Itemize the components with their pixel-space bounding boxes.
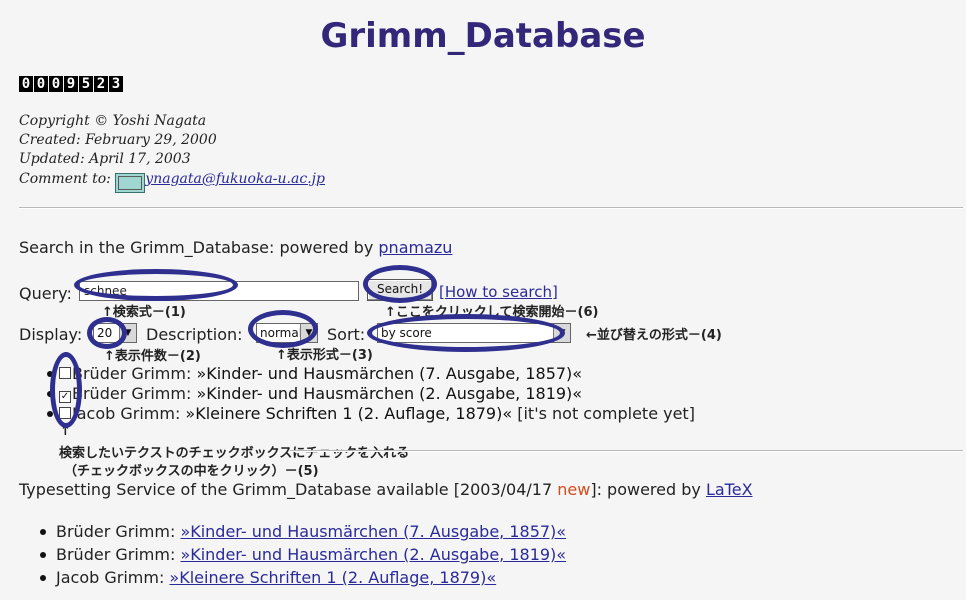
text-title: »Kleinere Schriften 1 (2. Auflage, 1879)… [185,404,513,423]
description-select[interactable]: normal ▼ [256,323,318,343]
annotation-query: ↑検索式－(1) [102,305,186,320]
search-heading: Search in the Grimm_Database: powered by… [19,238,452,257]
counter-digit: 0 [19,76,33,92]
comment-line: Comment to: ynagata@fukuoka-u.ac.jp [19,171,325,193]
latex-author: Brüder Grimm: [56,522,181,541]
email-link[interactable]: ynagata@fukuoka-u.ac.jp [145,171,325,187]
text-title: »Kinder- und Hausmärchen (7. Ausgabe, 18… [196,364,583,383]
copyright-text: Copyright © Yoshi Nagata [19,113,207,129]
typesetting-text: Typesetting Service of the Grimm_Databas… [19,480,558,499]
counter-digit: 2 [94,76,108,92]
sort-value: by score [381,326,432,340]
divider [290,450,963,452]
bullet [47,371,53,377]
latex-download-link[interactable]: »Kleinere Schriften 1 (2. Auflage, 1879)… [169,568,496,587]
text-title: »Kinder- und Hausmärchen (2. Ausgabe, 18… [196,384,583,403]
latex-author: Jacob Grimm: [56,568,170,587]
annotation-search-button: ↑ここをクリックして検索開始－(6) [385,305,599,320]
updated-date: Updated: April 17, 2003 [19,151,191,167]
display-count-select[interactable]: 20 ▼ [93,323,137,343]
latex-link[interactable]: LaTeX [706,480,753,499]
latex-item: Brüder Grimm: »Kinder- und Hausmärchen (… [40,522,566,541]
description-value: normal [260,326,303,340]
counter-digit: 3 [109,76,123,92]
latex-download-link[interactable]: »Kinder- und Hausmärchen (2. Ausgabe, 18… [180,545,566,564]
latex-item: Brüder Grimm: »Kinder- und Hausmärchen (… [40,545,566,564]
description-label: Description: [146,325,243,344]
how-to-search-link[interactable]: [How to search] [439,283,558,301]
display-count-value: 20 [97,326,113,340]
counter-digit: 0 [49,76,63,92]
powered-by-text: : powered by [269,238,379,257]
bullet [40,529,46,535]
text-author: Brüder Grimm: [72,384,197,403]
new-badge: new [557,480,591,499]
counter-digit: 9 [64,76,78,92]
latex-item: Jacob Grimm: »Kleinere Schriften 1 (2. A… [40,568,496,587]
typesetting-suffix: ]: powered by [590,480,706,499]
sort-label: Sort: [327,325,366,344]
sort-select[interactable]: by score ▼ [377,323,571,343]
chevron-down-icon: ▼ [300,324,317,342]
bullet [47,391,53,397]
text-option: ✓ Brüder Grimm: »Kinder- und Hausmärchen … [47,384,582,403]
mail-icon[interactable] [115,173,146,193]
bullet [40,575,46,581]
bullet [40,552,46,558]
latex-author: Brüder Grimm: [56,545,181,564]
text-checkbox-3[interactable] [59,407,71,419]
display-label: Display: [19,325,83,344]
text-author: Jacob Grimm: [72,404,186,423]
query-label: Query: [19,284,72,303]
annotation-checkbox-line2: （チェックボックスの中をクリック）－(5) [64,464,319,479]
text-option: Brüder Grimm: »Kinder- und Hausmärchen (… [47,364,582,383]
annotation-sort: ←並び替えの形式－(4) [586,328,722,343]
typesetting-heading: Typesetting Service of the Grimm_Databas… [19,480,753,499]
visitor-counter: 0 0 0 9 5 2 3 [19,76,123,92]
created-date: Created: February 29, 2000 [19,132,217,148]
bullet [47,411,53,417]
text-checkbox-2[interactable]: ✓ [59,391,71,403]
search-heading-text: Search in the Grimm_Database [19,238,270,257]
query-input[interactable]: schnee [79,281,359,301]
chevron-down-icon: ▼ [553,324,570,342]
annotation-display: ↑表示件数－(2) [104,349,201,364]
search-button[interactable]: Search! [367,279,433,301]
text-option: Jacob Grimm: »Kleinere Schriften 1 (2. A… [47,404,695,423]
annotation-description: ↑表示形式－(3) [276,348,373,363]
text-checkbox-1[interactable] [59,367,71,379]
counter-digit: 5 [79,76,93,92]
divider [19,207,963,209]
text-note: [it's not complete yet] [512,404,695,423]
comment-label: Comment to: [19,171,111,187]
counter-digit: 0 [34,76,48,92]
text-author: Brüder Grimm: [72,364,197,383]
latex-download-link[interactable]: »Kinder- und Hausmärchen (7. Ausgabe, 18… [180,522,566,541]
chevron-down-icon: ▼ [119,324,136,342]
annotation-arrow: ↑ [60,424,71,439]
pnamazu-link[interactable]: pnamazu [378,238,452,257]
page-title: Grimm_Database [320,16,646,56]
